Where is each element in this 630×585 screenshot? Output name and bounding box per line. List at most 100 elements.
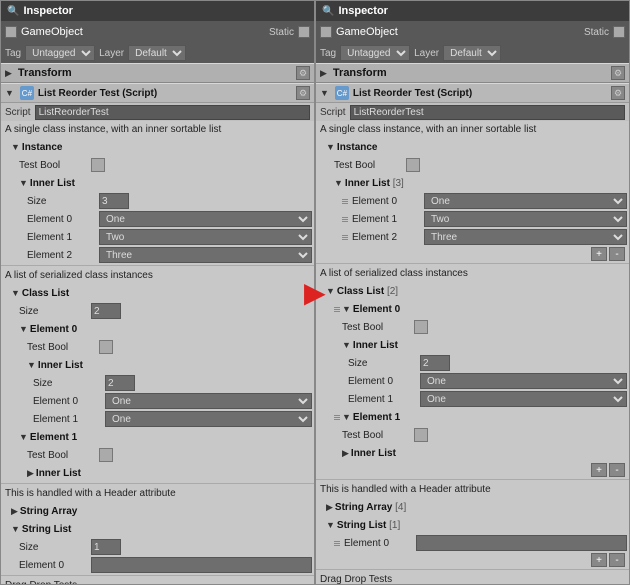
left-component-title: List Reorder Test (Script) <box>38 88 157 99</box>
right-component-gear[interactable]: ⚙ <box>611 86 625 100</box>
right-classlist-info: A list of serialized class instances <box>316 265 629 282</box>
right-inner-e1-handle[interactable] <box>342 217 348 222</box>
left-stringlist-e0-input[interactable] <box>91 557 312 573</box>
left-script-row: Script ListReorderTest <box>1 103 314 121</box>
left-go-checkbox[interactable] <box>5 26 17 38</box>
right-static-label: Static <box>584 27 609 38</box>
left-stringlist-label: String List <box>22 524 71 535</box>
right-classelement0-foldout[interactable]: ▼ Element 0 <box>332 300 629 318</box>
right-inner-elem2-row: Element 2 Three <box>340 228 629 246</box>
right-class1-testbool-cb[interactable] <box>414 428 428 442</box>
left-classelement0-arrow: ▼ <box>19 324 28 334</box>
right-class0-innersize-input[interactable] <box>420 355 450 371</box>
right-class0-inner-e0-input[interactable]: One <box>420 373 627 389</box>
left-component-icon: C# <box>20 86 34 100</box>
right-transform-gear[interactable]: ⚙ <box>611 66 625 80</box>
left-inner-elem2-label: Element 2 <box>27 250 97 261</box>
right-stringarray-foldout[interactable]: ▶ String Array [4] <box>324 498 629 516</box>
right-stringlist-e0-input[interactable] <box>416 535 627 551</box>
left-class0-inner-e0-input[interactable]: One <box>105 393 312 409</box>
right-inner-elem0-input[interactable]: One <box>424 193 627 209</box>
right-testbool-row: Test Bool <box>332 156 629 174</box>
right-stringlist-foldout[interactable]: ▼ String List [1] <box>324 516 629 534</box>
left-testbool-checkbox[interactable] <box>91 158 105 172</box>
right-innerlist-add-btn[interactable]: + <box>591 247 607 261</box>
left-layer-dropdown[interactable]: Default <box>128 45 186 61</box>
left-class1-testbool-label: Test Bool <box>27 450 97 461</box>
left-inner-elem1-input[interactable]: Two <box>99 229 312 245</box>
left-transform-gear[interactable]: ⚙ <box>296 66 310 80</box>
right-class0-handle[interactable] <box>334 307 340 312</box>
right-innerlist-foldout[interactable]: ▼ Inner List [3] <box>332 174 629 192</box>
left-class0-inner-e0-label: Element 0 <box>33 396 103 407</box>
right-stringlist-remove-btn[interactable]: - <box>609 553 625 567</box>
left-class1-innerlist-foldout[interactable]: ▶ Inner List <box>25 464 314 482</box>
left-classelement1-foldout[interactable]: ▼ Element 1 <box>17 428 314 446</box>
right-class0-innersize-row: Size <box>316 354 629 372</box>
left-stringlist-size-input[interactable] <box>91 539 121 555</box>
right-stringlist-arrow: ▼ <box>326 520 335 530</box>
left-stringarray-label: String Array <box>20 506 77 517</box>
right-innerlist-remove-btn[interactable]: - <box>609 247 625 261</box>
left-class0-testbool-cb[interactable] <box>99 340 113 354</box>
right-inner-elem2-input[interactable]: Three <box>424 229 627 245</box>
left-class0-innersize-label: Size <box>33 378 103 389</box>
left-classlist-foldout[interactable]: ▼ Class List <box>9 284 314 302</box>
right-class1-handle[interactable] <box>334 415 340 420</box>
left-stringarray-arrow: ▶ <box>11 506 18 517</box>
left-instance-foldout[interactable]: ▼ Instance <box>9 138 314 156</box>
left-script-field[interactable]: ListReorderTest <box>35 105 310 120</box>
left-component-header: ▼ C# List Reorder Test (Script) ⚙ <box>1 83 314 103</box>
right-inner-elem2-label: Element 2 <box>352 232 422 243</box>
left-tag-dropdown[interactable]: Untagged <box>25 45 95 61</box>
panels-wrapper: 🔍 Inspector GameObject Static Tag Untagg… <box>0 0 630 585</box>
left-script-label: Script <box>5 107 31 118</box>
right-stringlist-addremove: + - <box>316 552 629 568</box>
left-transform-arrow[interactable]: ▶ <box>5 68 12 79</box>
left-class1-innerlist-arrow: ▶ <box>27 468 34 479</box>
left-innerlist-foldout[interactable]: ▼ Inner List <box>17 174 314 192</box>
left-classlist-size-input[interactable] <box>91 303 121 319</box>
left-component-gear[interactable]: ⚙ <box>296 86 310 100</box>
right-innerlist-addremove: + - <box>316 246 629 262</box>
left-class0-inner-e1-input[interactable]: One <box>105 411 312 427</box>
left-stringarray-foldout[interactable]: ▶ String Array <box>9 502 314 520</box>
right-classlist-foldout[interactable]: ▼ Class List [2] <box>324 282 629 300</box>
right-go-checkbox[interactable] <box>320 26 332 38</box>
left-instance-label: Instance <box>22 142 63 153</box>
left-class0-innerlist-foldout[interactable]: ▼ Inner List <box>25 356 314 374</box>
right-static-checkbox[interactable] <box>613 26 625 38</box>
left-static-checkbox[interactable] <box>298 26 310 38</box>
right-testbool-checkbox[interactable] <box>406 158 420 172</box>
left-classlist-label: Class List <box>22 288 69 299</box>
right-component-arrow[interactable]: ▼ <box>320 88 329 98</box>
right-class0-testbool-cb[interactable] <box>414 320 428 334</box>
right-inner-e2-handle[interactable] <box>342 235 348 240</box>
right-instance-foldout[interactable]: ▼ Instance <box>324 138 629 156</box>
right-classelement1-foldout[interactable]: ▼ Element 1 <box>332 408 629 426</box>
right-dragdrop-info: Drag Drop Tests <box>316 571 629 584</box>
left-inner-elem2-input[interactable]: Three <box>99 247 312 263</box>
left-class1-testbool-cb[interactable] <box>99 448 113 462</box>
left-classelement0-foldout[interactable]: ▼ Element 0 <box>17 320 314 338</box>
right-tag-dropdown[interactable]: Untagged <box>340 45 410 61</box>
right-layer-dropdown[interactable]: Default <box>443 45 501 61</box>
right-transform-arrow[interactable]: ▶ <box>320 68 327 79</box>
right-inner-e0-handle[interactable] <box>342 199 348 204</box>
right-class1-innerlist-foldout[interactable]: ▶ Inner List <box>340 444 629 462</box>
right-inner-elem1-input[interactable]: Two <box>424 211 627 227</box>
left-stringlist-foldout[interactable]: ▼ String List <box>9 520 314 538</box>
left-component-arrow[interactable]: ▼ <box>5 88 14 98</box>
left-class0-innersize-row: Size <box>1 374 314 392</box>
left-class0-innersize-input[interactable] <box>105 375 135 391</box>
right-stringlist-add-btn[interactable]: + <box>591 553 607 567</box>
left-inner-elem0-input[interactable]: One <box>99 211 312 227</box>
left-innerlist-size-input[interactable] <box>99 193 129 209</box>
right-class0-inner-e1-input[interactable]: One <box>420 391 627 407</box>
right-class0-innerlist-foldout[interactable]: ▼ Inner List <box>340 336 629 354</box>
right-classlist-remove-btn[interactable]: - <box>609 463 625 477</box>
right-classlist-add-btn[interactable]: + <box>591 463 607 477</box>
right-stringlist-e0-handle[interactable] <box>334 541 340 546</box>
right-stringlist-label: String List [1] <box>337 520 400 531</box>
right-script-field[interactable]: ListReorderTest <box>350 105 625 120</box>
